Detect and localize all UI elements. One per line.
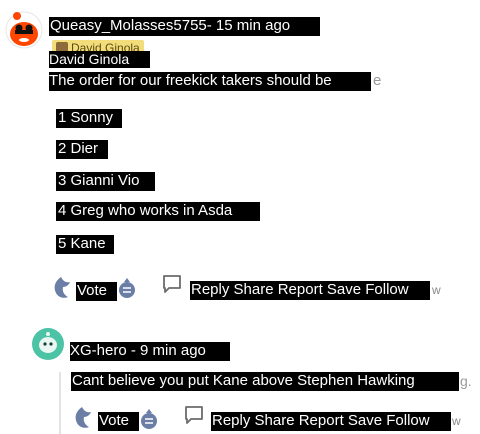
reply-action-buttons[interactable]: Reply Share Report Save Follow xyxy=(211,412,451,431)
user-avatar[interactable] xyxy=(3,6,45,50)
reply-action-trail: w xyxy=(452,414,461,428)
thread-line[interactable] xyxy=(59,372,61,434)
reply-upvote-icon[interactable] xyxy=(71,405,93,431)
reply-text: Cant believe you put Kane above Stephen … xyxy=(71,372,459,391)
comment-display-name: David Ginola xyxy=(49,51,150,68)
reply-text-trail: g. xyxy=(460,373,472,389)
list-item: 3 Gianni Vio xyxy=(56,172,155,191)
comment-bubble-icon[interactable] xyxy=(161,273,183,295)
downvote-icon[interactable] xyxy=(116,275,138,301)
comment-action-buttons[interactable]: Reply Share Report Save Follow xyxy=(190,281,430,300)
vote-label: Vote xyxy=(76,282,117,301)
reply-user-avatar[interactable] xyxy=(31,327,65,361)
reply-author-line[interactable]: XG-hero - 9 min ago xyxy=(70,342,230,361)
comment-intro-trail: e xyxy=(373,72,382,89)
list-item: 4 Greg who works in Asda xyxy=(56,202,260,221)
comment-author-line[interactable]: Queasy_Molasses5755- 15 min ago xyxy=(49,17,320,36)
list-item: 2 Dier xyxy=(56,140,108,159)
comment-intro-text: The order for our freekick takers should… xyxy=(49,72,371,91)
upvote-icon[interactable] xyxy=(50,275,72,301)
reply-comment-bubble-icon[interactable] xyxy=(183,404,205,426)
reply-downvote-icon[interactable] xyxy=(138,406,160,432)
list-item: 1 Sonny xyxy=(56,109,122,128)
list-item: 5 Kane xyxy=(56,235,114,254)
action-trail: w xyxy=(432,283,441,297)
reply-vote-label: Vote xyxy=(98,412,139,431)
